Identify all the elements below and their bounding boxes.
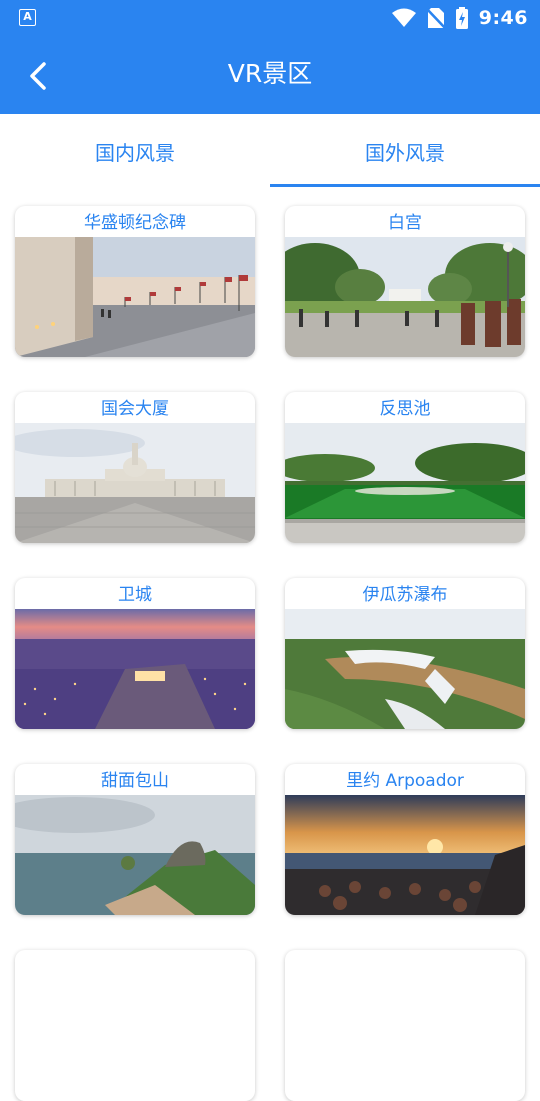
- tab-bar: 国内风景 国外风景: [0, 114, 540, 190]
- tab-foreign-scenery[interactable]: 国外风景: [270, 114, 540, 190]
- app-bar: VR景区: [0, 36, 540, 114]
- scenic-card-sugarloaf[interactable]: 甜面包山: [15, 764, 255, 915]
- tab-domestic-scenery[interactable]: 国内风景: [0, 114, 270, 190]
- scenic-thumbnail: [285, 237, 525, 357]
- scenic-thumbnail: [15, 795, 255, 915]
- scenic-card-title: 华盛顿纪念碑: [84, 213, 186, 233]
- scenic-card-iguazu-falls[interactable]: 伊瓜苏瀑布: [285, 578, 525, 729]
- status-time: 9:46: [478, 7, 528, 29]
- scenic-card-capitol[interactable]: 国会大厦: [15, 392, 255, 543]
- app-notification-icon: A: [19, 9, 36, 26]
- scenic-card-title: [285, 950, 525, 981]
- wifi-icon: [391, 8, 416, 27]
- scenic-card-title: 白宫: [388, 213, 422, 233]
- scenic-card-title: [15, 950, 255, 981]
- scenic-thumbnail: [285, 423, 525, 543]
- scenic-thumbnail: [15, 237, 255, 357]
- scenic-card-title: 里约 Arpoador: [346, 771, 464, 791]
- scenic-thumbnail: [285, 609, 525, 729]
- scenic-card-acropolis[interactable]: 卫城: [15, 578, 255, 729]
- scenic-card-title: 国会大厦: [101, 399, 169, 419]
- scenic-card-reflecting-pool[interactable]: 反思池: [285, 392, 525, 543]
- scenic-thumbnail: [15, 609, 255, 729]
- scenic-card-title: 卫城: [118, 585, 152, 605]
- scenic-card-title: 伊瓜苏瀑布: [362, 585, 448, 605]
- scenic-card-partial-right[interactable]: [285, 950, 525, 1101]
- scenic-thumbnail: [15, 423, 255, 543]
- battery-charging-icon: [455, 7, 468, 29]
- status-bar: A 9:46: [0, 0, 540, 36]
- scenic-card-partial-left[interactable]: [15, 950, 255, 1101]
- tab-indicator: [270, 184, 540, 187]
- scenic-card-washington-monument[interactable]: 华盛顿纪念碑: [15, 206, 255, 357]
- scenic-card-rio-arpoador[interactable]: 里约 Arpoador: [285, 764, 525, 915]
- page-title: VR景区: [227, 59, 313, 88]
- scenic-card-white-house[interactable]: 白宫: [285, 206, 525, 357]
- scenic-thumbnail: [285, 795, 525, 915]
- no-sim-icon: [426, 8, 445, 29]
- scenic-card-title: 甜面包山: [101, 771, 169, 791]
- scenic-card-title: 反思池: [379, 399, 431, 419]
